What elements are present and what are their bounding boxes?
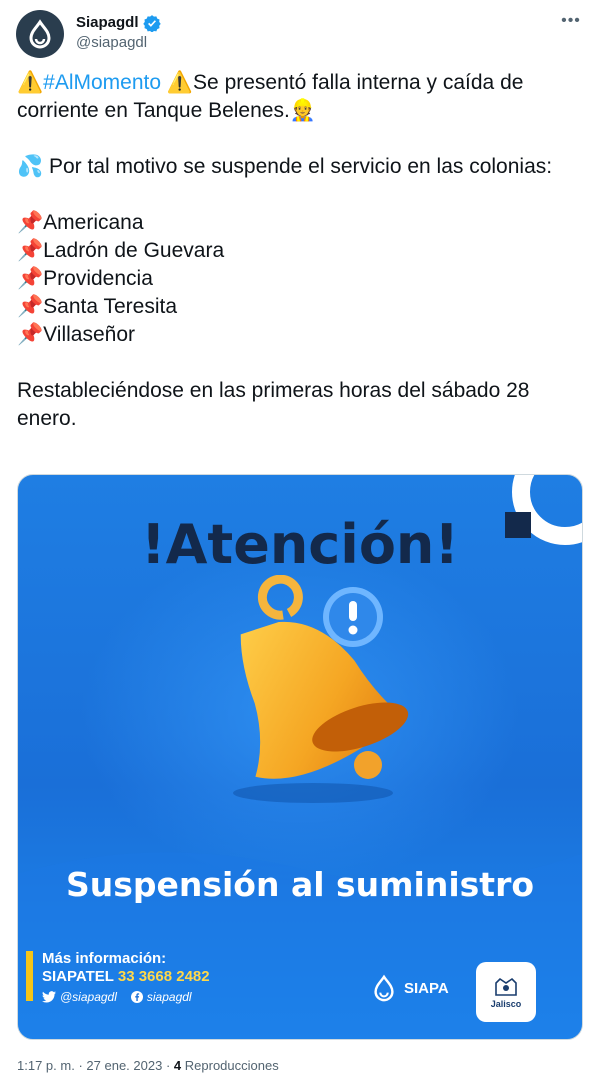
- bell-icon: [233, 575, 409, 803]
- twitter-icon: [42, 991, 56, 1003]
- avatar[interactable]: [16, 10, 64, 58]
- colonia-name: Providencia: [43, 267, 153, 290]
- tweet-date[interactable]: 27 ene. 2023: [86, 1058, 162, 1073]
- hashtag-link[interactable]: #AlMomento: [43, 71, 161, 94]
- jalisco-seal: Jalisco: [476, 962, 536, 1022]
- siapa-logo: SIAPA: [370, 973, 449, 1003]
- colonia-item: 📌Americana: [17, 209, 577, 237]
- author-block: Siapagdl @siapagdl: [76, 13, 161, 53]
- facebook-handle: siapagdl: [146, 990, 192, 1004]
- phone-number: 33 3668 2482: [117, 968, 210, 985]
- closing-text: Restableciéndose en las primeras horas d…: [17, 379, 530, 430]
- pin-emoji: 📌: [17, 267, 44, 290]
- warning-emoji: ⚠️: [17, 71, 44, 94]
- pin-emoji: 📌: [17, 323, 44, 346]
- pin-emoji: 📌: [17, 211, 44, 234]
- meta-separator: ·: [78, 1058, 83, 1073]
- info-phone: SIAPATEL 33 3668 2482: [42, 968, 210, 985]
- display-name-row: Siapagdl: [76, 13, 161, 33]
- colonia-name: Santa Teresita: [43, 295, 178, 318]
- social-handles: @siapagdl siapagdl: [42, 990, 192, 1004]
- siapa-drop-icon: [374, 974, 394, 1002]
- colonia-item: 📌Villaseñor: [17, 321, 577, 349]
- info-title: Más información:: [42, 950, 167, 967]
- colonia-item: 📌Providencia: [17, 265, 577, 293]
- phone-label: SIAPATEL: [42, 968, 114, 985]
- facebook-handle-row: siapagdl: [130, 990, 192, 1004]
- facebook-icon: [130, 991, 143, 1003]
- tweet-media-image[interactable]: !Atención! Suspensión al suministro Más …: [17, 474, 583, 1040]
- pin-emoji: 📌: [17, 295, 44, 318]
- display-name[interactable]: Siapagdl: [76, 13, 139, 33]
- worker-emoji: 👷: [289, 99, 316, 122]
- colonia-item: 📌Ladrón de Guevara: [17, 237, 577, 265]
- pin-emoji: 📌: [17, 239, 44, 262]
- media-headline: !Atención!: [141, 513, 459, 576]
- tweet-line-1: ⚠️#AlMomento ⚠️Se presentó falla interna…: [17, 69, 577, 125]
- media-subheadline: Suspensión al suministro: [65, 865, 535, 904]
- crest-icon: [495, 977, 517, 996]
- views-label: Reproducciones: [184, 1058, 279, 1073]
- colonia-name: Villaseñor: [43, 323, 135, 346]
- brand-name: SIAPA: [404, 979, 449, 997]
- colonia-name: Americana: [43, 211, 144, 234]
- views-count: 4: [173, 1058, 182, 1073]
- meta-separator: ·: [165, 1058, 171, 1073]
- tweet-time[interactable]: 1:17 p. m.: [17, 1058, 75, 1073]
- more-options-icon[interactable]: •••: [559, 12, 583, 32]
- twitter-handle-row: @siapagdl: [42, 990, 117, 1004]
- warning-emoji: ⚠️: [166, 71, 194, 94]
- water-emoji: 💦: [17, 155, 44, 178]
- handle[interactable]: @siapagdl: [76, 33, 161, 53]
- twitter-handle: @siapagdl: [60, 990, 117, 1004]
- colonia-name: Ladrón de Guevara: [43, 239, 225, 262]
- info-accent-bar: [26, 951, 33, 1001]
- tweet-header: Siapagdl @siapagdl •••: [16, 10, 583, 60]
- tweet-meta: 1:17 p. m. · 27 ene. 2023 · 4 Reproducci…: [17, 1058, 279, 1074]
- colonia-item: 📌Santa Teresita: [17, 293, 577, 321]
- water-drop-icon: [29, 19, 51, 49]
- tweet-paragraph-2: 💦 Por tal motivo se suspende el servicio…: [17, 153, 577, 181]
- verified-badge-icon: [142, 15, 161, 32]
- paragraph-2-text: Por tal motivo se suspende el servicio e…: [49, 155, 553, 178]
- tweet-text: ⚠️#AlMomento ⚠️Se presentó falla interna…: [17, 69, 577, 433]
- seal-text: Jalisco: [490, 999, 522, 1009]
